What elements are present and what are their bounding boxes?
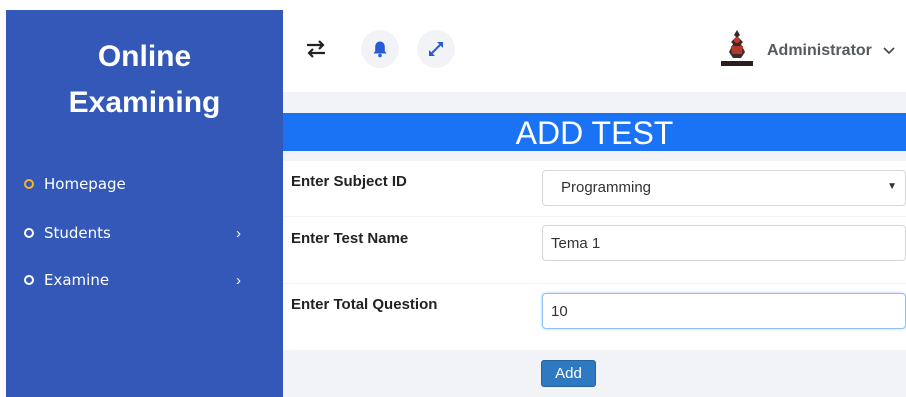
add-button[interactable]: Add xyxy=(541,360,596,387)
user-name[interactable]: Administrator xyxy=(767,42,872,60)
sidebar-item-label: Homepage xyxy=(44,175,126,193)
swap-arrows-icon[interactable] xyxy=(305,38,327,60)
bell-icon xyxy=(373,41,387,58)
sidebar-item-students[interactable]: Students › xyxy=(6,218,283,248)
chevron-right-icon: › xyxy=(236,224,241,242)
form-row-test-name: Enter Test Name xyxy=(283,217,906,283)
notifications-button[interactable] xyxy=(361,30,399,68)
brand-line-1: Online xyxy=(97,40,192,73)
subject-select[interactable]: Programming ▼ xyxy=(542,170,906,206)
circle-bullet-icon xyxy=(24,228,34,238)
brand-line-2: Examining xyxy=(68,86,221,119)
sidebar-item-homepage[interactable]: Homepage xyxy=(6,169,283,199)
fullscreen-button[interactable] xyxy=(417,30,455,68)
brand-title: Online Examining xyxy=(6,34,283,126)
total-question-label: Enter Total Question xyxy=(291,296,438,313)
sidebar-item-label: Examine xyxy=(44,271,110,289)
form-row-subject: Enter Subject ID Programming ▼ xyxy=(283,161,906,216)
test-name-input[interactable] xyxy=(542,225,906,261)
main-content: ADD TEST Enter Subject ID Programming ▼ … xyxy=(283,92,906,397)
subject-label: Enter Subject ID xyxy=(291,173,407,190)
form-row-total-question: Enter Total Question xyxy=(283,284,906,350)
caret-down-icon: ▼ xyxy=(887,181,897,192)
page-title: ADD TEST xyxy=(283,113,906,151)
chevron-right-icon: › xyxy=(236,271,241,289)
sidebar-item-label: Students xyxy=(44,224,111,242)
test-name-label: Enter Test Name xyxy=(291,230,409,247)
chevron-down-icon[interactable] xyxy=(882,43,896,62)
circle-bullet-icon xyxy=(24,275,34,285)
subject-select-value: Programming xyxy=(561,179,652,196)
expand-icon xyxy=(429,42,443,56)
circle-bullet-icon xyxy=(24,179,34,189)
sidebar-item-examine[interactable]: Examine › xyxy=(6,265,283,295)
top-header: Administrator xyxy=(283,10,906,92)
user-avatar-icon[interactable] xyxy=(717,28,757,70)
total-question-input[interactable] xyxy=(542,293,906,329)
sidebar: Online Examining Homepage Students › Exa… xyxy=(6,10,283,397)
